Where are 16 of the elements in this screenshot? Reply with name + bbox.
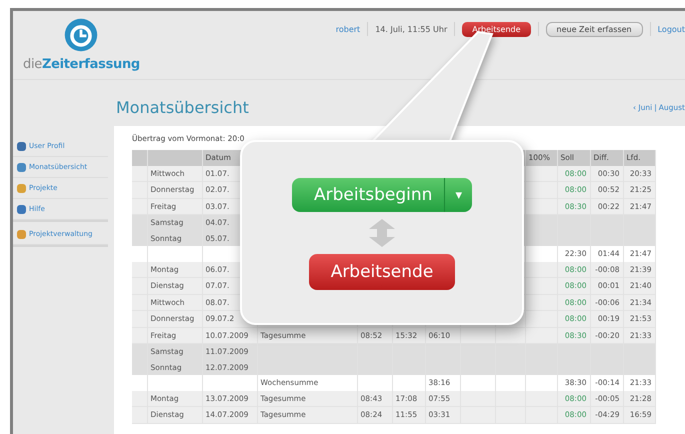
brand-wordmark: dieZeiterfassung	[23, 57, 140, 72]
menu-icon	[17, 142, 26, 150]
new-time-entry-button[interactable]: neue Zeit erfassen	[546, 22, 643, 36]
menu-icon	[17, 184, 26, 192]
page-title: Monatsübersicht	[116, 98, 249, 116]
work-start-split-button[interactable]: Arbeitsbeginn ▾	[292, 178, 472, 212]
clock-logo-icon	[63, 17, 100, 53]
work-end-button[interactable]: Arbeitsende	[462, 22, 531, 36]
menu-icon	[17, 204, 26, 214]
work-end-button[interactable]: Arbeitsende	[308, 254, 456, 290]
user-link[interactable]: robert	[336, 24, 360, 34]
menu-icon	[17, 162, 26, 172]
menu-icon	[17, 230, 26, 238]
current-datetime: 14. Juli, 11:55 Uhr	[375, 24, 448, 34]
logout-link[interactable]: Logout	[658, 24, 685, 34]
up-down-arrow-icon	[367, 218, 397, 248]
